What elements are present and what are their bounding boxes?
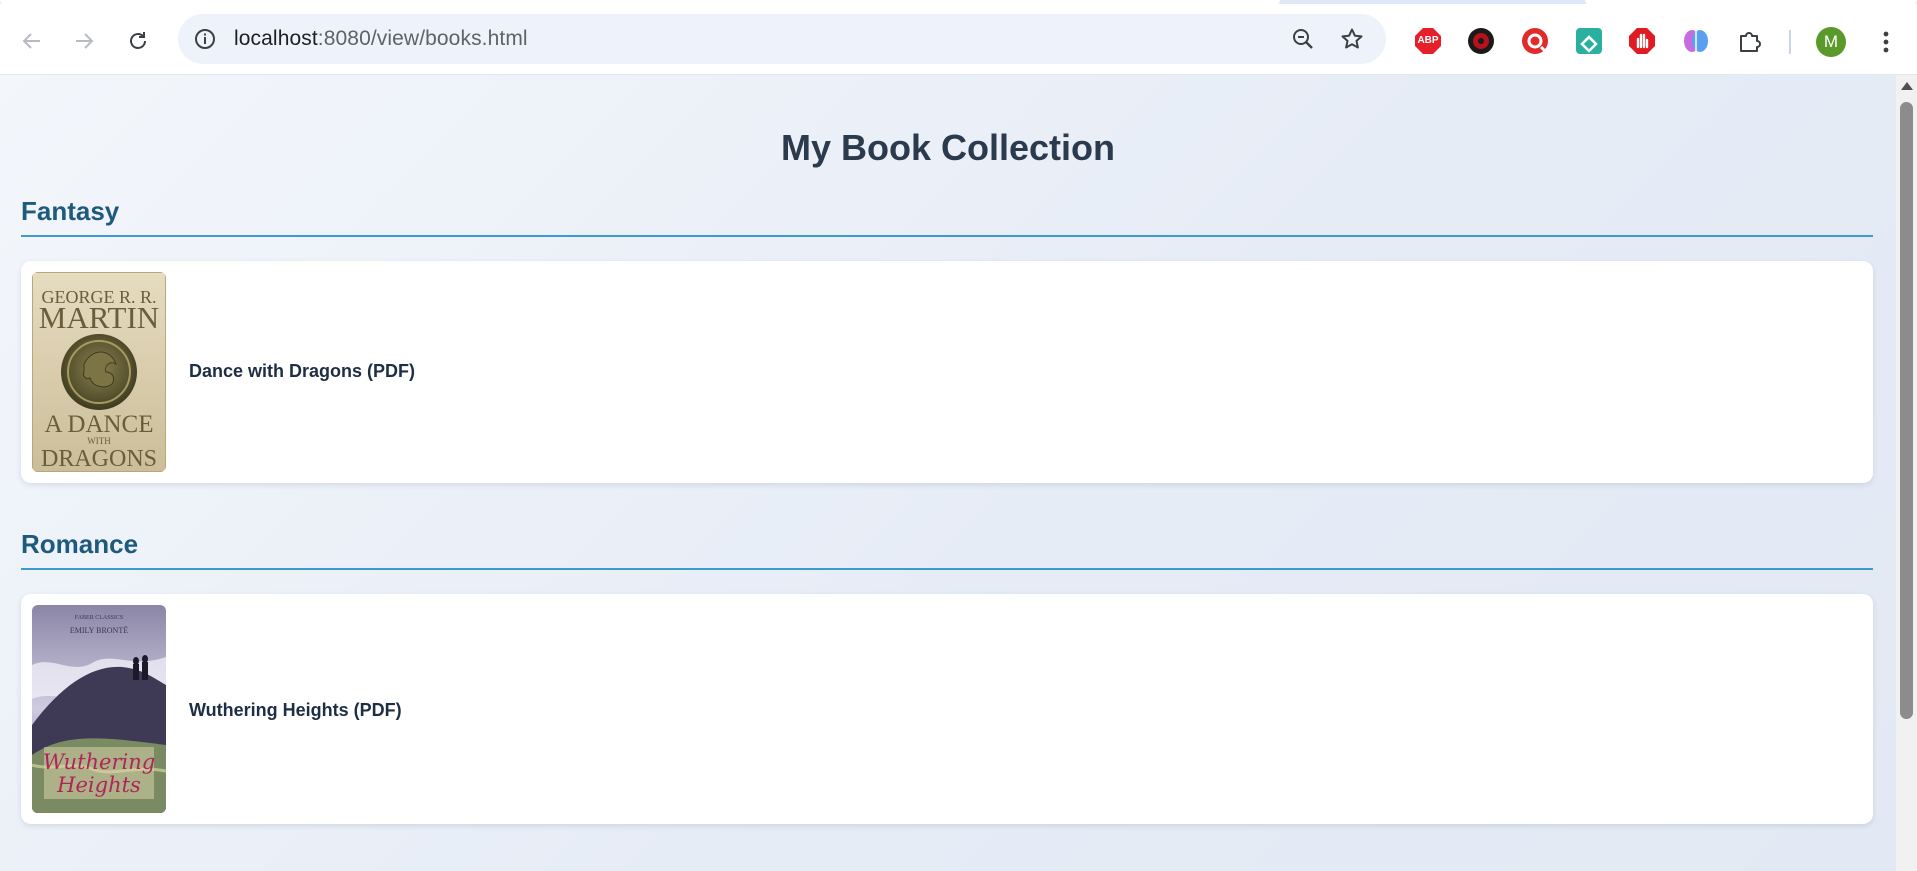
address-bar[interactable]: localhost:8080/view/books.html (178, 14, 1386, 64)
profile-avatar[interactable]: M (1816, 27, 1846, 57)
abp-label: ABP (1417, 35, 1439, 46)
reload-icon (130, 32, 146, 49)
book-cover-wuthering-heights[interactable]: FABER CLASSICS EMILY BRONTË Wuthering He… (32, 605, 166, 813)
book-card-wuthering-heights[interactable]: FABER CLASSICS EMILY BRONTË Wuthering He… (21, 594, 1873, 824)
cover-title-line2: Heights (56, 773, 141, 797)
toolbar-separator (1789, 30, 1791, 54)
page-viewport: My Book Collection Fantasy GEORGE R. R. … (0, 75, 1896, 871)
cover-author: EMILY BRONTË (70, 626, 128, 635)
section-title-fantasy: Fantasy (21, 196, 120, 226)
profile-initial: M (1823, 32, 1839, 51)
ublock-icon[interactable] (1467, 27, 1495, 55)
vertical-scrollbar[interactable] (1896, 75, 1917, 871)
reload-button[interactable] (118, 21, 158, 61)
browser-toolbar: localhost:8080/view/books.html ABP M (0, 4, 1917, 75)
feedly-icon[interactable] (1575, 27, 1603, 55)
cover-title-line2: WITH (87, 436, 111, 446)
back-arrow-icon (22, 33, 40, 49)
bookmark-star-icon[interactable] (1338, 25, 1366, 53)
kebab-menu-icon[interactable] (1872, 27, 1900, 57)
forward-button[interactable] (64, 21, 104, 61)
site-info-icon[interactable] (192, 26, 218, 52)
page-title: My Book Collection (780, 127, 1116, 168)
book-card-dance-with-dragons[interactable]: GEORGE R. R. MARTIN A DANCE WITH DRAGONS… (21, 261, 1873, 483)
puzzle-extensions-icon[interactable] (1736, 27, 1764, 55)
cover-author-line2: MARTIN (39, 300, 159, 335)
book-cover-dance-with-dragons[interactable]: GEORGE R. R. MARTIN A DANCE WITH DRAGONS (32, 272, 166, 472)
stop-hand-icon[interactable] (1628, 27, 1656, 55)
cover-title-line1: A DANCE (44, 411, 153, 438)
forward-arrow-icon (76, 33, 94, 49)
back-button[interactable] (12, 21, 52, 61)
record-icon[interactable] (1521, 27, 1549, 55)
cover-title-line1: Wuthering (43, 750, 155, 774)
url-host: localhost (234, 27, 318, 50)
url-text[interactable]: localhost:8080/view/books.html (234, 27, 528, 51)
scroll-up-arrow-icon[interactable] (1901, 82, 1913, 90)
cover-series: FABER CLASSICS (75, 615, 123, 621)
zoom-icon[interactable] (1289, 25, 1317, 53)
section-divider (21, 568, 1873, 570)
url-path: :8080/view/books.html (317, 27, 528, 50)
cover-title-line3: DRAGONS (41, 446, 157, 472)
book-title-link[interactable]: Dance with Dragons (PDF) (189, 361, 415, 382)
scroll-thumb[interactable] (1900, 102, 1913, 719)
section-divider (21, 235, 1873, 237)
abp-icon[interactable]: ABP (1414, 27, 1442, 55)
book-title-link[interactable]: Wuthering Heights (PDF) (189, 700, 402, 721)
brain-icon[interactable] (1682, 27, 1710, 55)
section-title-romance: Romance (21, 529, 139, 559)
